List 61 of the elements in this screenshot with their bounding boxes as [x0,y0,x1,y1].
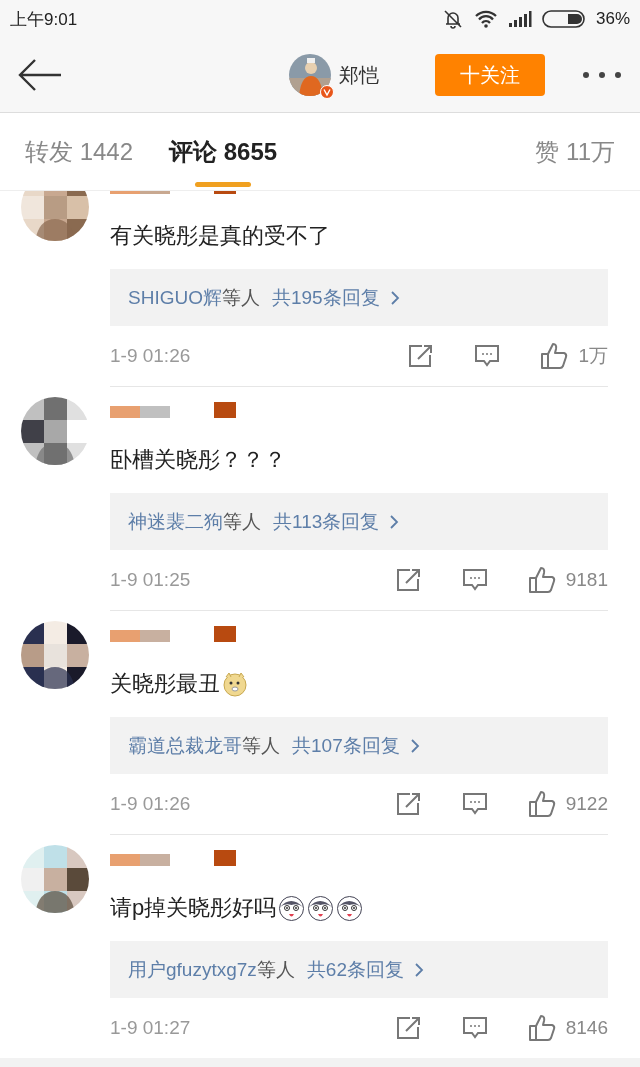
replies-count[interactable]: 共62条回复 [306,956,404,983]
comment-text: 关晓彤最丑 [110,670,220,698]
replier-name[interactable]: 神迷裴二狗 [128,508,223,535]
like-count: 9181 [565,569,608,591]
tab[interactable]: 转发 1442 [25,113,134,190]
tab[interactable]: 评论 8655 [169,113,278,190]
like-count: 8146 [565,1017,608,1039]
chevron-right-icon [389,513,400,530]
replies-panel[interactable]: 霸道总裁龙哥等人 共107条回复 [110,717,608,774]
back-arrow-icon[interactable] [17,58,63,92]
replies-suffix: 等人 [221,285,260,310]
husky-emoji-icon [307,894,335,922]
battery-percent: 36% [595,9,630,29]
replies-panel[interactable]: 神迷裴二狗等人 共113条回复 [110,493,608,550]
replies-panel[interactable]: SHIGUO辉等人 共195条回复 [110,269,608,326]
chevron-right-icon [409,737,420,754]
replies-panel[interactable]: 用户gfuzytxg7z等人 共62条回复 [110,941,608,998]
follow-button[interactable]: 十关注 [435,54,545,96]
share-icon[interactable] [395,792,422,816]
share-icon[interactable] [395,568,422,592]
comment-time: 1-9 01:26 [110,793,191,815]
share-icon[interactable] [395,1016,422,1040]
thumbs-up-icon[interactable] [527,566,556,594]
signal-icon [507,10,532,28]
like-count: 9122 [565,793,608,815]
comment-icon[interactable] [461,1016,488,1040]
replies-count[interactable]: 共195条回复 [271,284,380,311]
replies-count[interactable]: 共107条回复 [292,732,400,759]
chevron-right-icon [389,289,400,306]
comment-time: 1-9 01:27 [110,1017,191,1039]
like-count: 1万 [578,344,608,368]
tab[interactable]: 赞 11万 [535,113,615,190]
thumbs-up-icon[interactable] [540,342,569,370]
thumbs-up-icon[interactable] [527,1014,556,1042]
husky-emoji-icon [336,894,364,922]
replies-suffix: 等人 [223,509,261,534]
replies-suffix: 等人 [256,957,295,982]
status-time: 上午9:01 [10,8,78,31]
comment-text: 请p掉关晓彤好吗 [110,894,277,922]
comment-icon[interactable] [461,792,488,816]
share-icon[interactable] [408,344,435,368]
husky-emoji-icon [278,894,306,922]
replier-name[interactable]: SHIGUO辉 [128,284,222,311]
mute-bell-icon [441,8,464,30]
comment-icon[interactable] [461,568,488,592]
comment-text: 有关晓彤是真的受不了 [110,222,330,250]
replier-name[interactable]: 用户gfuzytxg7z [128,956,257,983]
comment-time: 1-9 01:25 [110,569,191,591]
thumbs-up-icon[interactable] [527,790,556,818]
wifi-icon [473,9,498,29]
comment-text: 卧槽关晓彤？？？ [110,446,286,474]
comment-icon[interactable] [474,344,501,368]
dog-face-emoji-icon [222,671,248,697]
more-icon[interactable] [582,71,622,79]
replies-count[interactable]: 共113条回复 [273,508,380,535]
user-name: 郑恺 [339,62,379,88]
comment-time: 1-9 01:26 [110,345,191,367]
battery-icon [541,10,586,28]
replier-name[interactable]: 霸道总裁龙哥 [128,732,242,759]
replies-suffix: 等人 [242,733,280,758]
chevron-right-icon [413,961,424,978]
